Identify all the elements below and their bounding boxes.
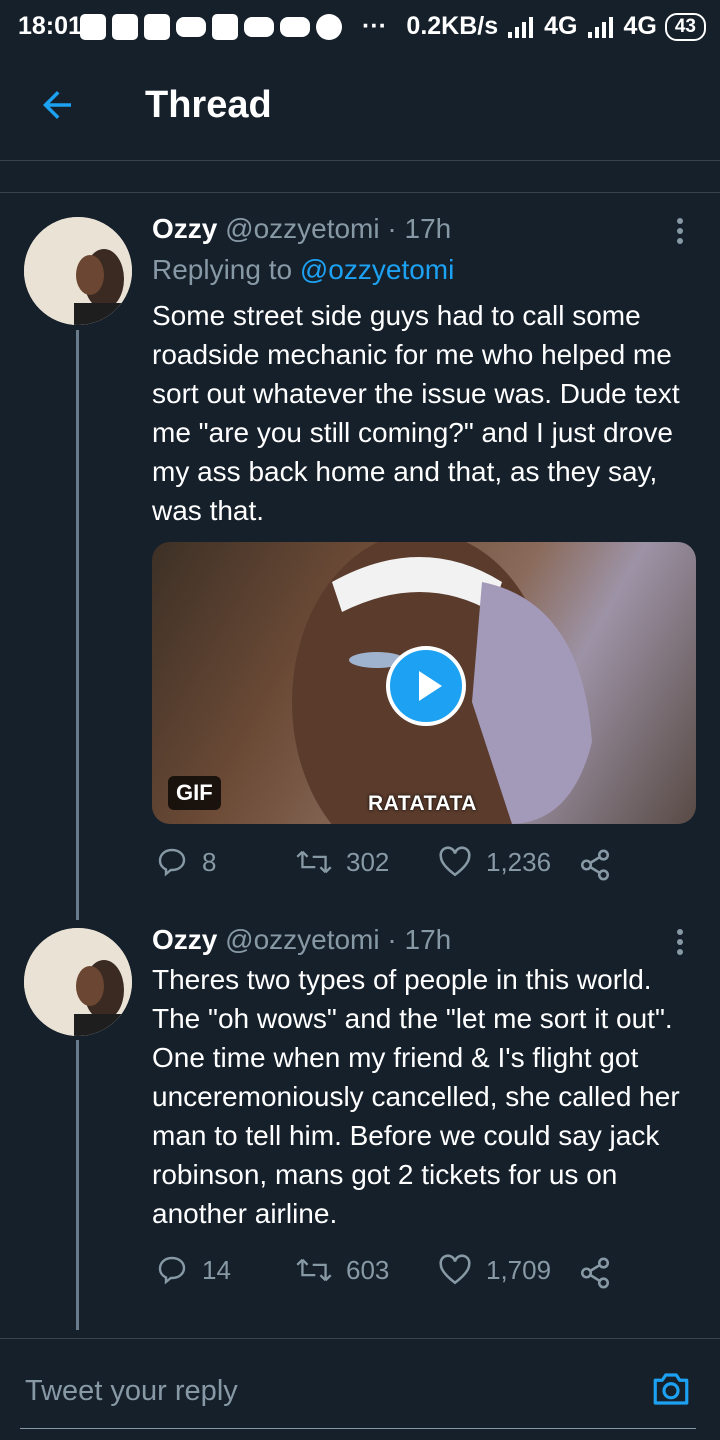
facebook-icon <box>144 13 170 40</box>
retweet-count: 603 <box>346 1254 390 1285</box>
notification-icons: ··· <box>80 12 387 41</box>
gif-caption: RATATATA <box>368 792 477 815</box>
tweet-time: · 17h <box>387 213 452 244</box>
reply-icon <box>158 848 186 877</box>
thread-line <box>76 330 79 920</box>
thread-line <box>76 1040 79 1330</box>
like-count: 1,236 <box>486 846 552 877</box>
reply-count: 8 <box>202 846 217 877</box>
retweet-icon <box>296 850 332 874</box>
divider <box>0 160 720 161</box>
like-count: 1,709 <box>486 1254 552 1285</box>
app-notification-icon <box>80 13 106 40</box>
retweet-count: 302 <box>346 846 390 877</box>
play-icon <box>419 671 442 701</box>
more-options-icon[interactable] <box>670 925 690 965</box>
youtube-icon <box>280 16 310 37</box>
camera-icon[interactable] <box>650 1368 692 1410</box>
share-icon[interactable] <box>578 1256 612 1290</box>
profile-photo <box>24 217 132 325</box>
reply-count: 14 <box>202 1254 231 1285</box>
retweet-action[interactable]: 603 <box>296 1254 389 1286</box>
divider <box>0 192 720 193</box>
youtube-icon <box>176 16 206 37</box>
share-icon[interactable] <box>578 848 612 882</box>
page-title: Thread <box>145 84 272 126</box>
profile-photo <box>24 928 132 1036</box>
status-right: 0.2KB/s 4G 4G 43 <box>406 12 706 41</box>
tweet-time: · 17h <box>387 924 452 955</box>
tweet-author-line: Ozzy @ozzyetomi · 17h <box>152 213 451 245</box>
tweet-text: Some street side guys had to call some r… <box>152 300 680 526</box>
author-name[interactable]: Ozzy <box>152 924 217 955</box>
avatar[interactable] <box>24 217 132 325</box>
signal-icon <box>587 16 613 38</box>
input-underline <box>20 1428 696 1429</box>
signal-icon <box>508 16 534 38</box>
network-type-1: 4G <box>544 12 578 40</box>
author-handle[interactable]: @ozzyetomi <box>225 924 379 955</box>
back-arrow-icon[interactable] <box>36 84 78 126</box>
replying-to-handle[interactable]: @ozzyetomi <box>300 254 454 285</box>
retweet-icon <box>296 1258 332 1282</box>
play-button[interactable] <box>386 646 466 726</box>
more-notifications-icon: ··· <box>362 12 387 40</box>
battery-icon: 43 <box>664 12 706 41</box>
status-bar: 18:01 ··· 0.2KB/s 4G 4G 43 <box>0 0 720 54</box>
heart-icon <box>439 1254 471 1285</box>
network-type-2: 4G <box>623 12 657 40</box>
avatar[interactable] <box>24 928 132 1036</box>
app-notification-icon <box>112 13 138 40</box>
youtube-icon <box>244 16 274 37</box>
divider <box>0 1338 720 1339</box>
author-name[interactable]: Ozzy <box>152 213 217 244</box>
more-options-icon[interactable] <box>670 214 690 254</box>
messenger-icon <box>316 13 342 40</box>
reply-action[interactable]: 8 <box>156 846 216 878</box>
retweet-action[interactable]: 302 <box>296 846 389 878</box>
heart-icon <box>439 846 471 877</box>
reply-input[interactable]: Tweet your reply <box>25 1375 238 1408</box>
gif-badge: GIF <box>168 776 221 810</box>
status-time: 18:01 <box>18 12 82 40</box>
reply-action[interactable]: 14 <box>156 1254 231 1286</box>
replying-to: Replying to @ozzyetomi <box>152 254 454 286</box>
tweet-author-line: Ozzy @ozzyetomi · 17h <box>152 924 451 956</box>
like-action[interactable]: 1,709 <box>438 1254 551 1286</box>
network-speed: 0.2KB/s <box>406 12 499 40</box>
author-handle[interactable]: @ozzyetomi <box>225 213 379 244</box>
replying-to-label: Replying to <box>152 254 293 285</box>
like-action[interactable]: 1,236 <box>438 846 551 878</box>
message-icon <box>212 13 238 40</box>
reply-icon <box>158 1256 186 1285</box>
tweet-text: Theres two types of people in this world… <box>152 964 680 1229</box>
